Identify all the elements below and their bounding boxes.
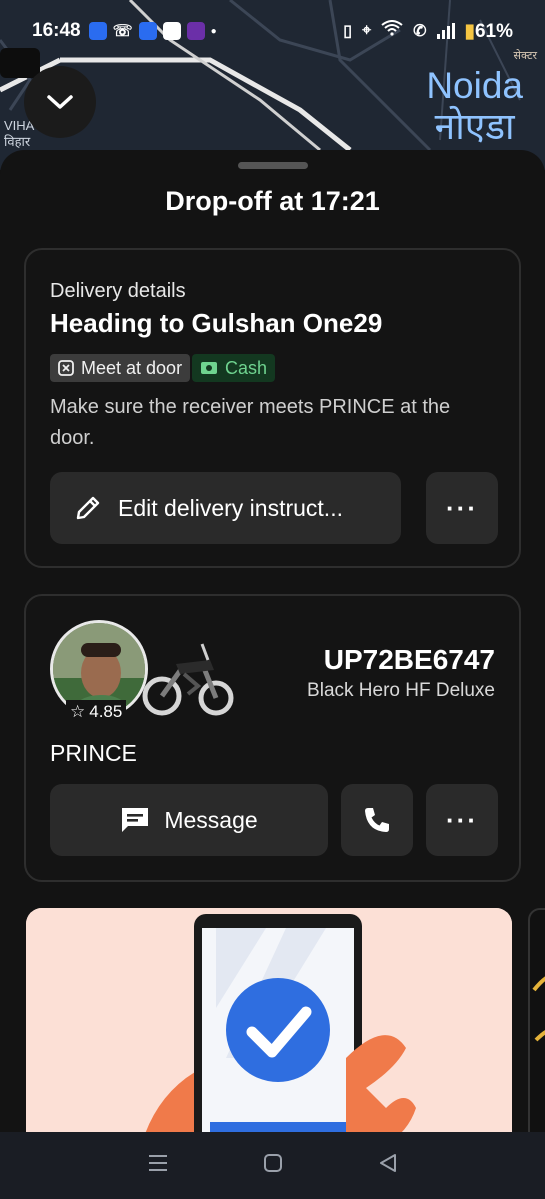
back-button[interactable] bbox=[377, 1152, 399, 1179]
message-driver-button[interactable]: Message bbox=[50, 784, 328, 856]
edit-delivery-instructions-button[interactable]: Edit delivery instruct... bbox=[50, 472, 401, 544]
dropoff-eta-title: Drop-off at 17:21 bbox=[165, 186, 380, 216]
driver-name: PRINCE bbox=[50, 740, 137, 766]
delivery-details-label: Delivery details bbox=[50, 280, 186, 302]
collapse-sheet-button[interactable] bbox=[24, 66, 96, 138]
signal-icon bbox=[436, 23, 455, 39]
system-status-icons: ▯ ⌖ ✆ ▮61% bbox=[343, 20, 513, 43]
phone-app-icon bbox=[88, 22, 107, 40]
battery-level: ▮61% bbox=[465, 20, 514, 43]
zomato-app-icon bbox=[186, 22, 205, 40]
triangle-back-icon bbox=[379, 1154, 396, 1172]
next-promo-card-peek[interactable] bbox=[528, 908, 545, 1168]
map-city-label: Noida नोएडा bbox=[426, 65, 523, 147]
promo-banner-card[interactable] bbox=[26, 908, 512, 1168]
driver-card: ☆ 4.85 UP72BE6747 Black Hero HF Deluxe P… bbox=[24, 594, 521, 882]
recent-apps-button[interactable] bbox=[147, 1153, 169, 1178]
trip-bottom-sheet[interactable]: Drop-off at 17:21 Delivery details Headi… bbox=[0, 150, 545, 1168]
status-time: 16:48 bbox=[32, 20, 81, 41]
star-icon: ☆ bbox=[70, 702, 86, 721]
battery-percent: 61% bbox=[474, 20, 513, 42]
app-notification-icon bbox=[162, 22, 181, 40]
edit-delivery-instructions-label: Edit delivery instruct... bbox=[118, 494, 343, 521]
city-name-en: Noida bbox=[426, 65, 523, 106]
city-name-hi: नोएडा bbox=[434, 105, 515, 147]
delivery-note: Make sure the receiver meets PRINCE at t… bbox=[50, 396, 451, 449]
more-horizontal-icon: ··· bbox=[446, 805, 478, 835]
vehicle-description: Black Hero HF Deluxe bbox=[307, 680, 495, 701]
delivery-more-options-button[interactable]: ··· bbox=[426, 472, 498, 544]
message-button-label: Message bbox=[164, 806, 258, 833]
phone-app-icon bbox=[138, 22, 157, 40]
phone-verified-illustration bbox=[26, 908, 512, 1168]
driver-rating-value: 4.85 bbox=[89, 702, 123, 721]
area-label-hi: विहार bbox=[4, 134, 31, 150]
call-driver-button[interactable] bbox=[341, 784, 413, 856]
license-plate: UP72BE6747 bbox=[323, 644, 495, 675]
phone-icon bbox=[365, 808, 389, 832]
payment-method-badge: Cash bbox=[192, 354, 276, 382]
more-horizontal-icon: ··· bbox=[446, 493, 478, 523]
motorcycle-image bbox=[142, 643, 234, 716]
driver-more-options-button[interactable]: ··· bbox=[426, 784, 498, 856]
payment-method-label: Cash bbox=[225, 357, 268, 378]
menu-lines-icon bbox=[148, 1155, 167, 1171]
location-icon: ⌖ bbox=[362, 22, 372, 39]
cash-icon bbox=[201, 362, 217, 374]
status-bar: 16:48 ☏ ● ▯ ⌖ ✆ ▮61% bbox=[0, 0, 545, 62]
door-x-icon bbox=[58, 360, 74, 376]
delivery-details-card: Delivery details Heading to Gulshan One2… bbox=[24, 248, 521, 568]
square-home-icon bbox=[263, 1154, 282, 1172]
battery-charging-icon: ▮ bbox=[464, 20, 475, 42]
notification-icons: ☏ ● bbox=[88, 21, 217, 41]
system-navigation-bar bbox=[0, 1132, 545, 1199]
chevron-down-icon bbox=[47, 95, 73, 109]
message-icon bbox=[122, 808, 149, 832]
wifi-icon bbox=[381, 20, 403, 42]
meet-at-door-label: Meet at door bbox=[81, 357, 183, 378]
driver-rating: ☆ 4.85 bbox=[66, 700, 127, 724]
vibrate-icon: ▯ bbox=[343, 23, 353, 40]
wifi-calling-icon: ✆ bbox=[413, 23, 427, 40]
more-notifications-dot-icon: ● bbox=[210, 25, 217, 37]
destination-title: Heading to Gulshan One29 bbox=[50, 308, 383, 338]
home-button[interactable] bbox=[262, 1152, 284, 1179]
pencil-icon bbox=[76, 496, 100, 520]
sheet-drag-handle[interactable] bbox=[238, 162, 308, 169]
missed-call-icon: ☏ bbox=[112, 23, 133, 40]
meet-at-door-badge: Meet at door bbox=[50, 354, 191, 382]
